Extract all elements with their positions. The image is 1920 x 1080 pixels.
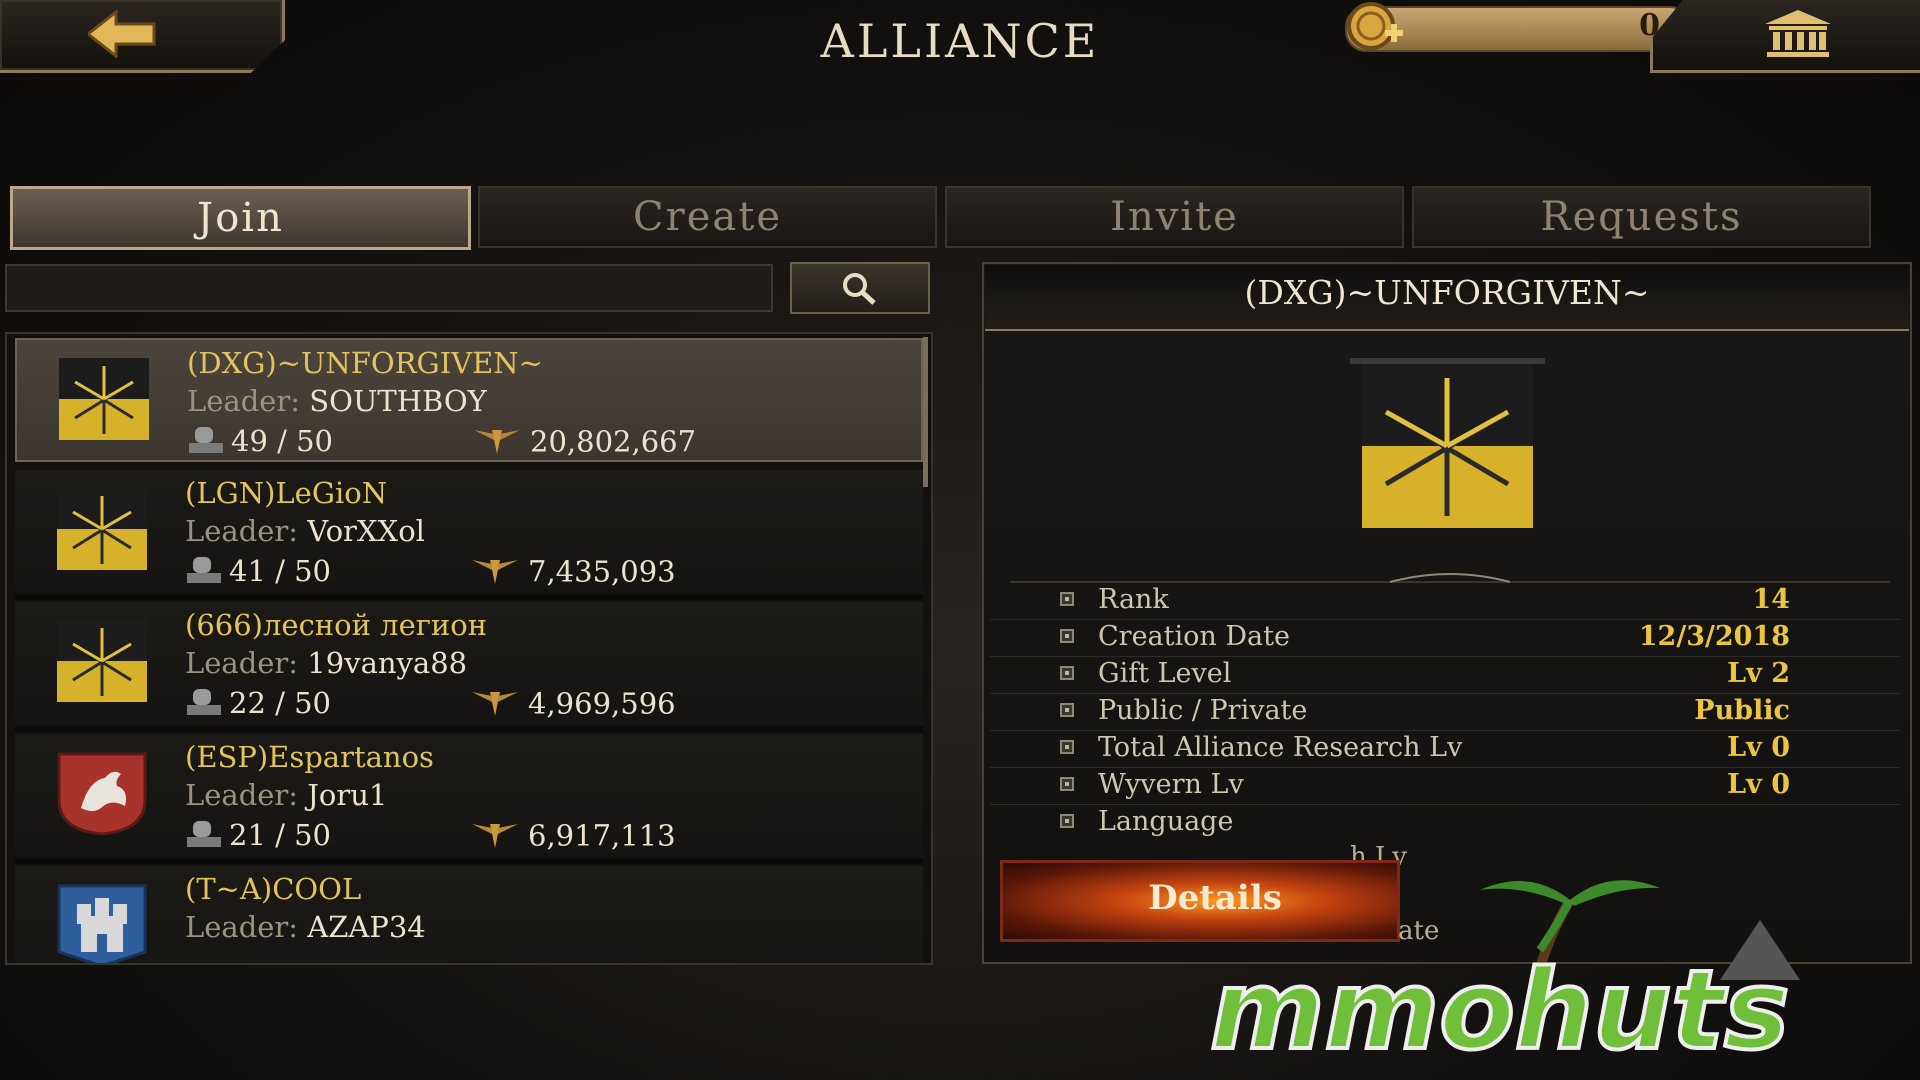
bullet-icon [1060,629,1074,643]
tab-requests[interactable]: Requests [1412,186,1871,248]
alliance-members: 41 / 50 [185,554,331,592]
gold-amount: 0 [1639,8,1660,43]
power-wings-icon [472,424,530,463]
bank-button[interactable] [1650,0,1920,73]
info-row-language: Language [990,804,1900,841]
alliance-power: 20,802,667 [472,424,696,463]
svg-text:mmohuts: mmohuts [1210,946,1790,1060]
info-row-gift-level: Gift Level Lv 2 [990,656,1900,694]
tab-create[interactable]: Create [478,186,937,248]
alliance-members: 22 / 50 [185,686,331,724]
info-row-wyvern-lv: Wyvern Lv Lv 0 [990,767,1900,805]
alliance-leader: Leader: AZAP34 [185,910,426,944]
info-row-research-lv: Total Alliance Research Lv Lv 0 [990,730,1900,768]
info-row-creation-date: Creation Date 12/3/2018 [990,619,1900,657]
alliance-row[interactable]: (T~A)COOL Leader: AZAP34 [15,866,923,963]
alliance-row[interactable]: (ESP)Espartanos Leader: Joru1 21 / 50 6,… [15,734,923,864]
bullet-icon [1060,666,1074,680]
search-icon [843,273,876,305]
dragon-crest-icon [57,752,147,836]
alliance-power: 7,435,093 [470,554,676,593]
alliance-row[interactable]: (DXG)~UNFORGIVEN~ Leader: SOUTHBOY 49 / … [15,338,923,462]
alliance-row[interactable]: (LGN)LeGioN Leader: VorXXol 41 / 50 7,43… [15,470,923,600]
add-gold-icon[interactable] [1345,0,1405,54]
alliance-banner-icon [1350,358,1545,528]
alliance-members: 21 / 50 [185,818,331,856]
alliance-members: 49 / 50 [187,424,333,462]
alliance-name: (DXG)~UNFORGIVEN~ [187,346,543,380]
search-input[interactable] [5,264,773,312]
detail-title: (DXG)~UNFORGIVEN~ [1244,273,1650,312]
alliance-list[interactable]: (DXG)~UNFORGIVEN~ Leader: SOUTHBOY 49 / … [5,332,933,965]
bullet-icon [1060,703,1074,717]
alliance-leader: Leader: Joru1 [185,778,388,812]
alliance-leader: Leader: VorXXol [185,514,425,548]
info-row-rank: Rank 14 [990,582,1900,620]
alliance-name: (LGN)LeGioN [185,476,388,510]
power-wings-icon [470,686,528,725]
member-icon [185,819,229,856]
bank-icon [1765,10,1831,57]
alliance-row[interactable]: (666)лесной легион Leader: 19vanya88 22 … [15,602,923,732]
alliance-power: 4,969,596 [470,686,676,725]
power-wings-icon [470,818,528,857]
bullet-icon [1060,592,1074,606]
alliance-crest-icon [57,488,147,570]
member-icon [187,425,231,462]
alliance-crest-icon [57,620,147,702]
tab-join[interactable]: Join [10,186,471,250]
alliance-leader: Leader: SOUTHBOY [187,384,487,418]
alliance-name: (666)лесной легион [185,608,488,642]
member-icon [185,555,229,592]
alliance-leader: Leader: 19vanya88 [185,646,468,680]
tab-invite[interactable]: Invite [945,186,1404,248]
info-row-public-private: Public / Private Public [990,693,1900,731]
member-icon [185,687,229,724]
bullet-icon [1060,740,1074,754]
alliance-crest-icon [59,358,149,440]
alliance-power: 6,917,113 [470,818,676,857]
alliance-name: (T~A)COOL [185,872,362,906]
alliance-name: (ESP)Espartanos [185,740,434,774]
bullet-icon [1060,777,1074,791]
bullet-icon [1060,814,1074,828]
power-wings-icon [470,554,528,593]
list-scrollbar[interactable] [923,337,928,487]
search-button[interactable] [790,262,930,314]
castle-crest-icon [57,884,147,963]
mmohuts-logo-watermark: mmohuts [1208,880,1800,1060]
